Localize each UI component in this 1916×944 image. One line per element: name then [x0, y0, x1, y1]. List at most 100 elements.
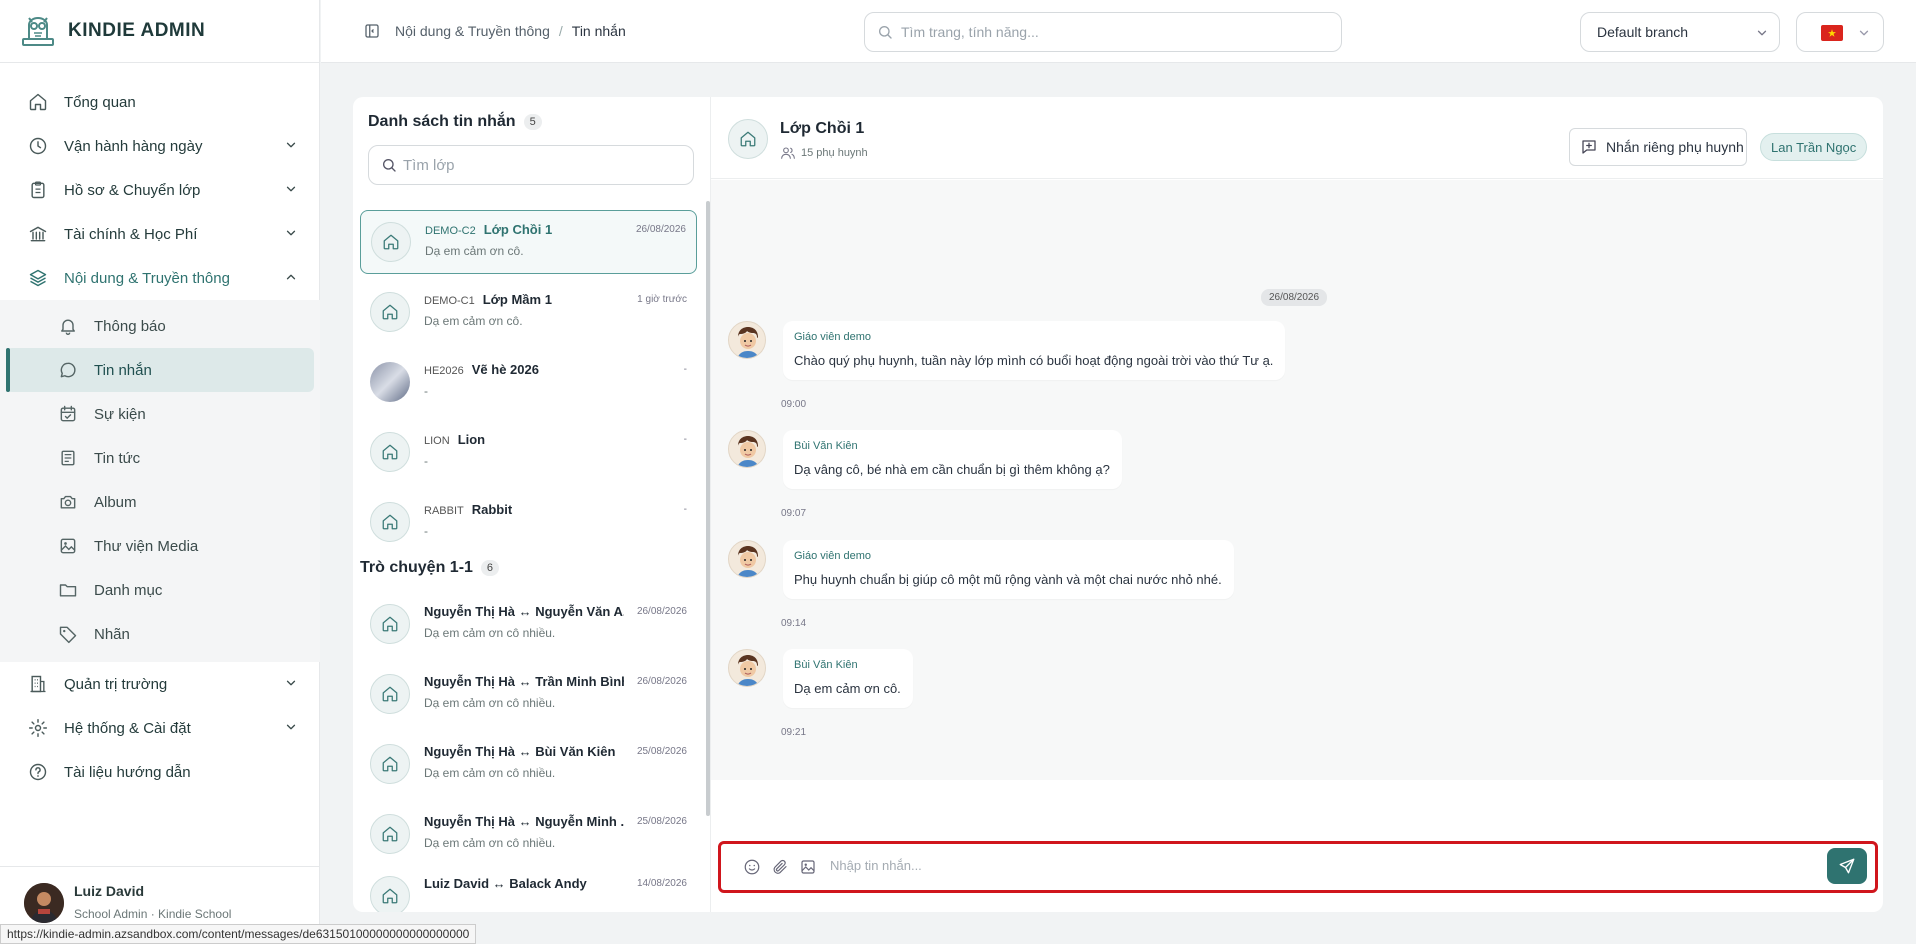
chat-name: Luiz David ↔ Balack Andy: [424, 876, 587, 891]
conversation-scrollbar[interactable]: [706, 201, 710, 816]
sidebar-item-events[interactable]: Sự kiện: [6, 392, 314, 436]
message-bubble: Bùi Văn Kiên Dạ em cảm ơn cô.: [783, 649, 913, 708]
chevron-down-icon: [284, 676, 298, 690]
avatar: [24, 883, 64, 923]
class-avatar: [370, 502, 410, 542]
private-message-button[interactable]: Nhắn riêng phụ huynh: [1569, 128, 1747, 166]
sidebar-item-overview[interactable]: Tổng quan: [0, 80, 320, 124]
sidebar-item-daily-ops[interactable]: Vận hành hàng ngày: [0, 124, 320, 168]
sidebar-item-records[interactable]: Hồ sơ & Chuyển lớp: [0, 168, 320, 212]
conversation-count-badge: 5: [523, 114, 542, 130]
sidebar-item-label: Vận hành hàng ngày: [64, 137, 203, 155]
user-role: School Admin · Kindie School: [74, 907, 232, 921]
sidebar-item-settings[interactable]: Hệ thống & Cài đặt: [0, 706, 320, 750]
conversation-time: 26/08/2026: [636, 676, 687, 687]
branch-select[interactable]: Default branch: [1580, 12, 1780, 52]
parent-count: 15 phụ huynh: [801, 147, 868, 159]
sidebar-item-news[interactable]: Tin tức: [6, 436, 314, 480]
user-name: Luiz David: [74, 883, 145, 899]
bell-icon: [61, 319, 75, 335]
chevron-down-icon: [284, 138, 298, 152]
chat-header: Lớp Chồi 1 15 phụ huynh Nhắn riêng phụ h…: [711, 97, 1883, 179]
sidebar-item-announcements[interactable]: Thông báo: [6, 304, 314, 348]
image-icon: [60, 538, 76, 554]
sidebar-item-tags[interactable]: Nhãn: [6, 612, 314, 656]
class-name: Rabbit: [471, 502, 513, 517]
parent-avatar: [728, 430, 766, 468]
sidebar-item-label: Tài liệu hướng dẫn: [64, 763, 191, 781]
sidebar-item-label: Nội dung & Truyền thông: [64, 269, 230, 287]
sidebar-item-label: Thông báo: [94, 317, 166, 335]
home-icon: [381, 825, 399, 843]
sidebar-item-docs[interactable]: Tài liệu hướng dẫn: [0, 750, 320, 794]
list-item[interactable]: HE2026 Vẽ hè 2026 - -: [360, 350, 697, 414]
list-item[interactable]: DEMO-C2 Lớp Chồi 1 26/08/2026 Dạ em cảm ơ…: [360, 210, 697, 274]
list-item[interactable]: DEMO-C1 Lớp Mầm 1 1 giờ trước Dạ em cảm ơ…: [360, 280, 697, 344]
home-icon: [381, 615, 399, 633]
sidebar-item-album[interactable]: Album: [6, 480, 314, 524]
list-item[interactable]: Nguyễn Thị Hà ↔ Bùi Văn Kiên 25/08/2026 …: [360, 732, 697, 796]
home-icon: [739, 130, 757, 148]
chevron-down-icon: [284, 182, 298, 196]
sidebar-item-content[interactable]: Nội dung & Truyền thông: [0, 256, 320, 300]
class-search-placeholder: Tìm lớp: [403, 156, 455, 174]
sidebar-toggle-icon[interactable]: [363, 22, 381, 40]
chat-name: Nguyễn Thị Hà ↔ Nguyễn Văn A...: [424, 604, 624, 619]
send-button[interactable]: [1827, 848, 1867, 884]
conversation-preview: Dạ em cảm ơn cô nhiều.: [424, 766, 556, 780]
chat-avatar: [370, 744, 410, 784]
sidebar-item-messages[interactable]: Tin nhắn: [6, 348, 314, 392]
list-item[interactable]: Luiz David ↔ Balack Andy 14/08/2026: [360, 872, 697, 912]
chat-title: Lớp Chồi 1: [780, 120, 865, 137]
breadcrumb-separator: /: [558, 23, 563, 39]
class-avatar: [728, 119, 768, 159]
search-icon: [381, 157, 397, 173]
message-bubble: Giáo viên demo Chào quý phụ huynh, tuần …: [783, 321, 1286, 380]
language-select[interactable]: [1796, 12, 1884, 52]
class-code: RABBIT: [424, 505, 464, 517]
list-item[interactable]: LION Lion - -: [360, 420, 697, 484]
chevron-down-icon: [1755, 26, 1769, 40]
private-message-label: Nhắn riêng phụ huynh: [1606, 139, 1744, 155]
breadcrumb-section[interactable]: Nội dung & Truyền thông: [395, 23, 550, 39]
list-item[interactable]: Nguyễn Thị Hà ↔ Nguyễn Minh ... 25/08/20…: [360, 802, 697, 866]
sidebar-item-categories[interactable]: Danh mục: [6, 568, 314, 612]
home-icon: [381, 513, 399, 531]
list-item[interactable]: Nguyễn Thị Hà ↔ Trần Minh Bình 26/08/202…: [360, 662, 697, 726]
list-item[interactable]: Nguyễn Thị Hà ↔ Nguyễn Văn A... 26/08/20…: [360, 592, 697, 656]
sidebar-item-media-library[interactable]: Thư viện Media: [6, 524, 314, 568]
message-input[interactable]: Nhập tin nhắn...: [830, 858, 922, 873]
sidebar-item-finance[interactable]: Tài chính & Học Phí: [0, 212, 320, 256]
search-icon: [877, 24, 893, 40]
sidebar-item-label: Tin tức: [94, 449, 141, 467]
sidebar-item-label: Tin nhắn: [94, 361, 152, 379]
brand[interactable]: KINDIE ADMIN: [0, 0, 319, 63]
chat-avatar: [370, 604, 410, 644]
teacher-avatar: [728, 321, 766, 359]
message-sender: Giáo viên demo: [794, 331, 872, 343]
sidebar-item-label: Tài chính & Học Phí: [64, 225, 198, 243]
paperclip-icon[interactable]: [771, 858, 789, 876]
content-subnav: Thông báo Tin nhắn Sự kiện Tin tức Album…: [0, 300, 320, 662]
message-text: Chào quý phụ huynh, tuần này lớp mình có…: [794, 353, 1274, 368]
list-item[interactable]: RABBIT Rabbit - -: [360, 490, 697, 554]
image-upload-icon[interactable]: [799, 858, 817, 876]
sidebar-item-label: Nhãn: [94, 625, 130, 643]
message-sender: Giáo viên demo: [794, 550, 872, 562]
chevron-down-icon: [284, 226, 298, 240]
class-name: Vẽ hè 2026: [471, 362, 539, 377]
chat-avatar: [370, 814, 410, 854]
emoji-icon[interactable]: [743, 858, 761, 876]
conversation-preview: -: [424, 524, 428, 538]
global-search-input[interactable]: Tìm trang, tính năng...: [864, 12, 1342, 52]
branch-value: Default branch: [1597, 24, 1689, 40]
class-code: DEMO-C2: [425, 225, 476, 237]
class-search-input[interactable]: Tìm lớp: [368, 145, 694, 185]
sidebar-item-school-admin[interactable]: Quản trị trường: [0, 662, 320, 706]
message-sender: Bùi Văn Kiên: [794, 659, 858, 671]
conversation-preview: Dạ em cảm ơn cô.: [424, 314, 523, 328]
brand-name: KINDIE ADMIN: [68, 20, 206, 41]
vietnam-flag-icon: [1821, 25, 1843, 41]
chevron-up-icon: [284, 270, 298, 284]
breadcrumb-current: Tin nhắn: [571, 23, 626, 39]
